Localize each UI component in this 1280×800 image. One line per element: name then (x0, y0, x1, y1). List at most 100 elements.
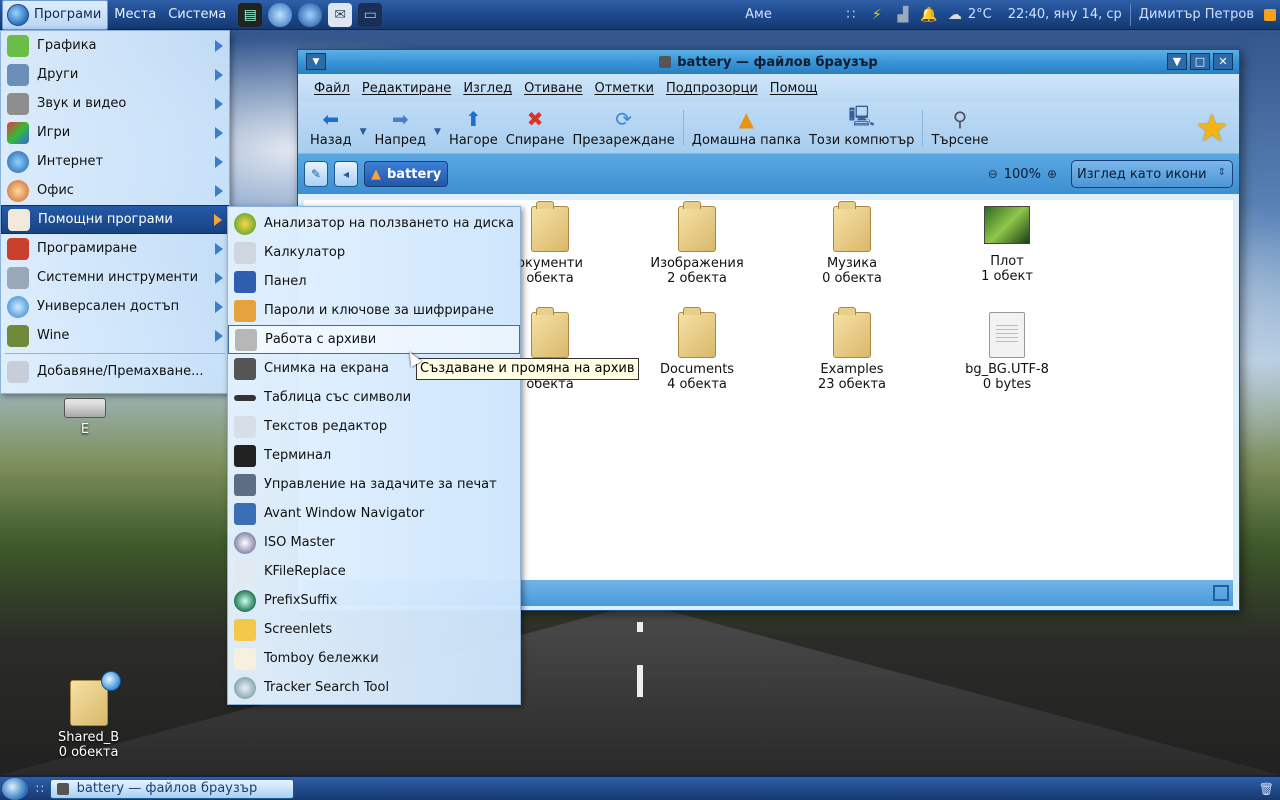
submenu-item-label: Таблица със символи (264, 390, 412, 405)
mail-launcher-icon[interactable]: ✉ (328, 2, 353, 27)
menu-item-label: Програмиране (37, 241, 138, 256)
weather-location[interactable]: Аме (739, 7, 778, 22)
applications-menu-label: Програми (34, 7, 102, 22)
forward-history-dropdown-icon[interactable]: ▼ (434, 119, 441, 137)
temperature[interactable]: 2°C (968, 7, 998, 22)
path-button-battery[interactable]: ▲ battery (364, 161, 449, 187)
submenu-item-prefixsuffix[interactable]: PrefixSuffix (228, 586, 520, 615)
file-item-folder[interactable]: Музика 0 обекта (792, 201, 912, 286)
submenu-item-label: Анализатор на ползването на диска (264, 216, 514, 231)
signal-strength-icon[interactable]: ▟ (894, 6, 912, 24)
submenu-item-tomboy[interactable]: Tomboy бележки (228, 644, 520, 673)
menu-item-accessibility[interactable]: Универсален достъп (1, 292, 229, 321)
menu-item-programming[interactable]: Програмиране (1, 234, 229, 263)
weather-cloud-icon[interactable]: ☁ (946, 6, 964, 24)
add-remove-icon (7, 360, 29, 383)
menu-item-games[interactable]: Игри (1, 118, 229, 147)
trash-icon[interactable]: 🗑 (1259, 782, 1274, 796)
desktop-drive-e[interactable]: E (64, 398, 106, 437)
terminal-launcher-icon[interactable]: ▤ (238, 2, 263, 27)
file-item-folder[interactable]: Examples 23 обекта (792, 307, 912, 392)
up-button[interactable]: ⬆ Нагоре (445, 102, 502, 154)
user-switcher[interactable]: Димитър Петров (1133, 7, 1260, 22)
clock[interactable]: 22:40, яну 14, ср (998, 7, 1128, 22)
stop-label: Спиране (505, 133, 565, 148)
home-button[interactable]: ▲ Домашна папка (688, 102, 805, 154)
menu-item-office[interactable]: Офис (1, 176, 229, 205)
close-icon[interactable]: ✕ (1213, 53, 1233, 70)
reload-button[interactable]: ⟳ Презареждане (568, 102, 678, 154)
power-icon[interactable]: ⚡ (868, 6, 886, 24)
file-item-folder[interactable]: Documents 4 обекта (637, 307, 757, 392)
menu-help[interactable]: Помощ (764, 81, 824, 96)
submenu-item-archive-manager[interactable]: Работа с архиви (228, 325, 520, 354)
search-button[interactable]: ⚲ Търсене (927, 102, 992, 154)
accessibility-icon (7, 295, 29, 318)
window-titlebar[interactable]: ▼ battery — файлов браузър ▼ □ ✕ (298, 50, 1239, 74)
submenu-item-iso-master[interactable]: ISO Master (228, 528, 520, 557)
submenu-item-tracker[interactable]: Tracker Search Tool (228, 673, 520, 702)
desktop-shared-folder[interactable]: Shared_B 0 обекта (58, 671, 121, 760)
screen-launcher-icon[interactable]: ▭ (358, 2, 383, 27)
menu-item-label: Интернет (37, 154, 104, 169)
menu-view[interactable]: Изглед (457, 81, 518, 96)
menu-edit[interactable]: Редактиране (356, 81, 457, 96)
menu-item-system-tools[interactable]: Системни инструменти (1, 263, 229, 292)
menu-item-internet[interactable]: Интернет (1, 147, 229, 176)
menu-bookmarks[interactable]: Отметки (588, 81, 659, 96)
taskbar-button-file-browser[interactable]: battery — файлов браузър (49, 778, 294, 799)
back-button[interactable]: ⬅ Назад (306, 102, 356, 154)
menu-item-graphics[interactable]: Графика (1, 31, 229, 60)
places-menu-button[interactable]: Места (108, 0, 162, 30)
zoom-out-icon[interactable]: ⊖ (988, 167, 998, 181)
forward-button[interactable]: ➡ Напред (371, 102, 430, 154)
menu-item-accessories[interactable]: Помощни програми (1, 205, 229, 234)
accessories-submenu: Анализатор на ползването на диска Калкул… (227, 206, 521, 705)
submenu-item-screenlets[interactable]: Screenlets (228, 615, 520, 644)
menu-tabs[interactable]: Подпрозорци (660, 81, 764, 96)
keys-icon (234, 299, 256, 322)
file-name: Плот (990, 254, 1024, 269)
submenu-item-kfilereplace[interactable]: KFileReplace (228, 557, 520, 586)
menu-item-sound-video[interactable]: Звук и видео (1, 89, 229, 118)
submenu-item-label: Avant Window Navigator (264, 506, 425, 521)
show-desktop-icon[interactable] (2, 777, 28, 800)
minimize-icon[interactable]: ▼ (1167, 53, 1187, 70)
submenu-item-print-queue[interactable]: Управление на задачите за печат (228, 470, 520, 499)
logout-icon[interactable] (1264, 8, 1276, 21)
file-item-folder[interactable]: Изображения 2 обекта (637, 201, 757, 286)
back-history-dropdown-icon[interactable]: ▼ (360, 119, 367, 137)
submenu-item-text-editor[interactable]: Текстов редактор (228, 412, 520, 441)
zoom-level[interactable]: 100% (1004, 167, 1041, 182)
submenu-item-passwords-keys[interactable]: Пароли и ключове за шифриране (228, 296, 520, 325)
file-name: Documents (659, 362, 735, 377)
view-mode-select[interactable]: Изглед като икони ⇕ (1071, 160, 1233, 188)
zoom-in-icon[interactable]: ⊕ (1047, 167, 1057, 181)
toggle-location-entry-icon[interactable]: ✎ (304, 161, 328, 187)
stop-button[interactable]: ✖ Спиране (502, 102, 569, 154)
menu-item-add-remove[interactable]: Добавяне/Премахване... (1, 357, 229, 386)
globe-launcher-icon[interactable] (268, 2, 293, 27)
window-menu-icon[interactable]: ▼ (306, 53, 326, 70)
menu-item-other[interactable]: Други (1, 60, 229, 89)
menu-item-wine[interactable]: Wine (1, 321, 229, 350)
submenu-item-terminal[interactable]: Терминал (228, 441, 520, 470)
notification-bell-icon[interactable]: 🔔 (920, 6, 938, 24)
menu-go[interactable]: Отиване (518, 81, 588, 96)
maximize-icon[interactable]: □ (1190, 53, 1210, 70)
firefox-launcher-icon[interactable] (298, 2, 323, 27)
submenu-item-disk-usage[interactable]: Анализатор на ползването на диска (228, 209, 520, 238)
file-item-desktop[interactable]: Плот 1 обект (947, 206, 1067, 284)
submenu-item-character-map[interactable]: Таблица със символи (228, 383, 520, 412)
drag-handle-icon: ∷ (36, 781, 44, 796)
path-left-arrow-icon[interactable]: ◂ (334, 161, 358, 187)
menu-file[interactable]: Файл (308, 81, 356, 96)
applications-menu-button[interactable]: Програми (2, 0, 109, 30)
submenu-item-calculator[interactable]: Калкулатор (228, 238, 520, 267)
file-item-document[interactable]: bg_BG.UTF-8 0 bytes (947, 312, 1067, 392)
submenu-item-avant[interactable]: Avant Window Navigator (228, 499, 520, 528)
computer-button[interactable]: 🖳 Този компютър (805, 102, 918, 154)
resize-grip-icon[interactable] (1213, 585, 1229, 601)
submenu-item-panel[interactable]: Панел (228, 267, 520, 296)
system-menu-button[interactable]: Система (162, 0, 232, 30)
